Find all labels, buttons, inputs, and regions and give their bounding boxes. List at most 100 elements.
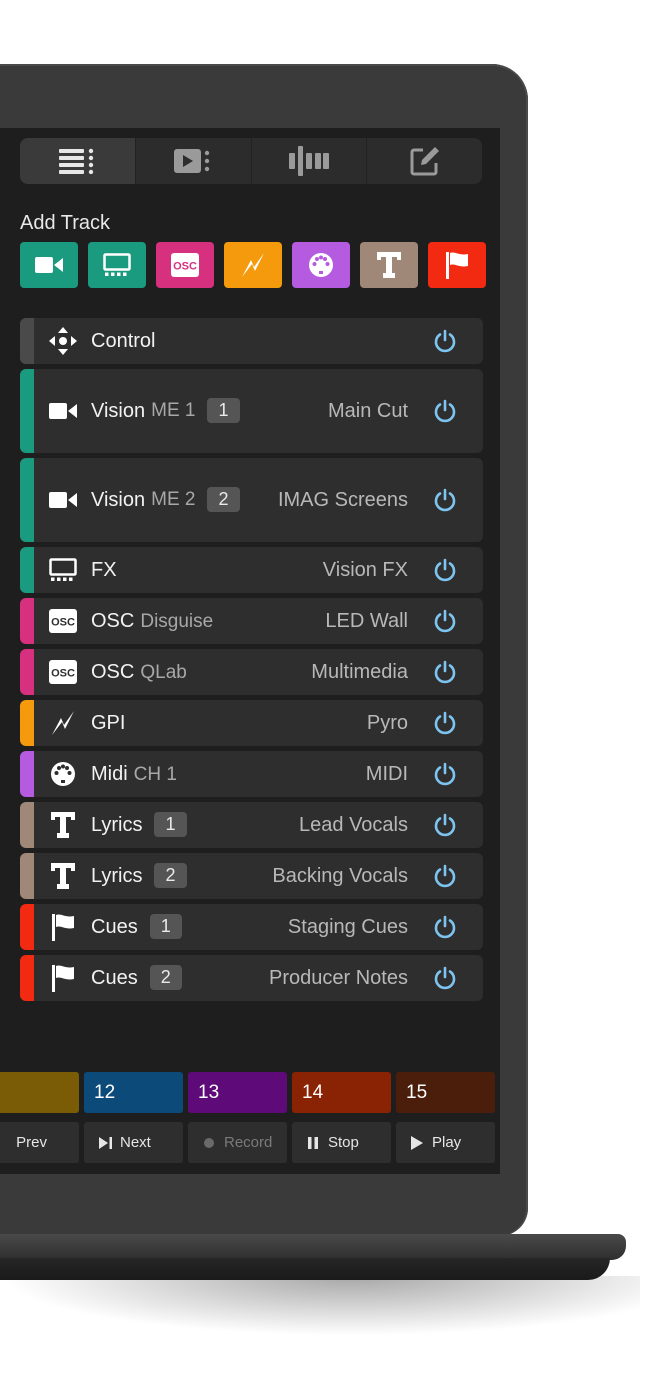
- add-track-monitor-button[interactable]: [88, 242, 146, 288]
- prev-button[interactable]: Prev: [0, 1122, 79, 1163]
- track-color-bar: [20, 547, 34, 593]
- track-row[interactable]: Lyrics 2 Backing Vocals: [20, 853, 483, 899]
- svg-text:OSC: OSC: [51, 668, 75, 680]
- laptop-base-lip: [0, 1258, 610, 1280]
- tab-media[interactable]: [136, 138, 252, 184]
- power-icon[interactable]: [433, 488, 457, 512]
- next-button[interactable]: Next: [84, 1122, 183, 1163]
- laptop-shadow: [0, 1276, 640, 1336]
- osc-icon: OSC: [49, 607, 77, 635]
- track-list: Control Vision ME 1 1 Main Cut Vision ME 2 2 IMA…: [20, 318, 483, 1006]
- cue-button[interactable]: 15: [396, 1072, 495, 1113]
- track-color-bar: [20, 904, 34, 950]
- power-icon[interactable]: [433, 966, 457, 990]
- power-icon[interactable]: [433, 864, 457, 888]
- tab-timeline[interactable]: [252, 138, 368, 184]
- track-output-label: Backing Vocals: [272, 864, 408, 887]
- osc-icon: OSC: [49, 658, 77, 686]
- camera-icon: [49, 486, 77, 514]
- power-icon[interactable]: [433, 609, 457, 633]
- add-track-text-button[interactable]: [360, 242, 418, 288]
- cue-button[interactable]: 14: [292, 1072, 391, 1113]
- tab-edit[interactable]: [367, 138, 482, 184]
- power-icon[interactable]: [433, 915, 457, 939]
- osc-icon: OSC: [171, 253, 199, 277]
- camera-icon: [49, 397, 77, 425]
- power-icon[interactable]: [433, 813, 457, 837]
- record-icon: [202, 1136, 216, 1150]
- track-row[interactable]: Cues 1 Staging Cues: [20, 904, 483, 950]
- transport-label: Record: [224, 1134, 273, 1151]
- stop-button[interactable]: Stop: [292, 1122, 391, 1163]
- track-row[interactable]: Cues 2 Producer Notes: [20, 955, 483, 1001]
- monitor-icon: [49, 556, 77, 584]
- track-color-bar: [20, 369, 34, 453]
- track-output-label: MIDI: [365, 762, 408, 785]
- power-icon[interactable]: [433, 762, 457, 786]
- track-row[interactable]: Vision ME 2 2 IMAG Screens: [20, 458, 483, 542]
- track-output-label: Main Cut: [327, 399, 408, 422]
- track-name: OSC Disguise: [91, 610, 213, 633]
- record-button[interactable]: Record: [188, 1122, 287, 1163]
- track-subtitle: ME 1: [151, 400, 196, 422]
- track-color-bar: [20, 853, 34, 899]
- list-icon: [59, 148, 94, 174]
- track-color-bar: [20, 955, 34, 1001]
- midi-icon: [308, 252, 334, 278]
- track-color-bar: [20, 700, 34, 746]
- track-type-label: OSC: [91, 660, 135, 683]
- cue-button[interactable]: 13: [188, 1072, 287, 1113]
- track-row[interactable]: Lyrics 1 Lead Vocals: [20, 802, 483, 848]
- track-color-bar: [20, 458, 34, 542]
- track-color-bar: [20, 802, 34, 848]
- add-track-midi-button[interactable]: [292, 242, 350, 288]
- flag-icon: [49, 964, 77, 992]
- track-number-badge: 1: [207, 397, 240, 423]
- transport-label: Prev: [16, 1134, 47, 1151]
- laptop-base: [0, 1234, 626, 1260]
- track-row[interactable]: GPI Pyro: [20, 700, 483, 746]
- play-button[interactable]: Play: [396, 1122, 495, 1163]
- track-row[interactable]: Control: [20, 318, 483, 364]
- track-name: GPI: [91, 712, 125, 735]
- track-type-label: Lyrics: [91, 813, 143, 836]
- view-tabs: [20, 138, 482, 184]
- play-icon: [410, 1135, 424, 1150]
- track-row[interactable]: OSC OSC QLab Multimedia: [20, 649, 483, 695]
- add-track-osc-button[interactable]: OSC: [156, 242, 214, 288]
- add-track-buttons: OSC: [20, 242, 486, 288]
- add-track-lightning-button[interactable]: [224, 242, 282, 288]
- flag-icon: [49, 913, 77, 941]
- add-track-flag-button[interactable]: [428, 242, 486, 288]
- transport-label: Next: [120, 1134, 151, 1151]
- track-color-bar: [20, 598, 34, 644]
- track-output-label: Multimedia: [311, 660, 408, 683]
- text-icon: [49, 862, 77, 890]
- track-number-badge: 2: [154, 862, 187, 888]
- cue-button[interactable]: [0, 1072, 79, 1113]
- lightning-icon: [49, 709, 77, 737]
- track-color-bar: [20, 318, 34, 364]
- track-row[interactable]: FX Vision FX: [20, 547, 483, 593]
- track-name: Cues 1: [91, 913, 182, 940]
- track-row[interactable]: Midi CH 1 MIDI: [20, 751, 483, 797]
- power-icon[interactable]: [433, 711, 457, 735]
- track-type-label: GPI: [91, 711, 126, 734]
- transport-label: Play: [432, 1134, 462, 1151]
- track-row[interactable]: Vision ME 1 1 Main Cut: [20, 369, 483, 453]
- stage: Add Track OSC Control Vision ME 1 1 Main Cut…: [0, 0, 662, 1399]
- power-icon[interactable]: [433, 660, 457, 684]
- track-row[interactable]: OSC OSC Disguise LED Wall: [20, 598, 483, 644]
- track-name: Cues 2: [91, 964, 182, 991]
- monitor-icon: [103, 253, 131, 277]
- tab-tracks[interactable]: [20, 138, 136, 184]
- power-icon[interactable]: [433, 329, 457, 353]
- add-track-camera-button[interactable]: [20, 242, 78, 288]
- track-subtitle: QLab: [140, 661, 187, 683]
- power-icon[interactable]: [433, 399, 457, 423]
- track-subtitle: CH 1: [133, 763, 177, 785]
- track-type-label: Vision: [91, 399, 146, 422]
- power-icon[interactable]: [433, 558, 457, 582]
- transport-label: Stop: [328, 1134, 359, 1151]
- cue-button[interactable]: 12: [84, 1072, 183, 1113]
